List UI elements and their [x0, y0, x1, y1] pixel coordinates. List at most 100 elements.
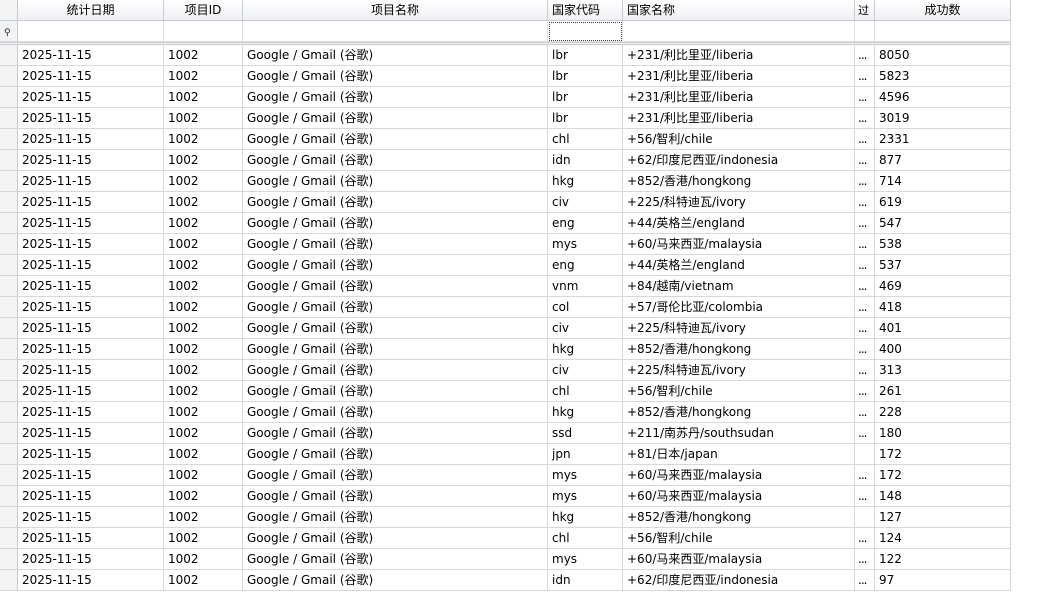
filter-cell-country-code[interactable] [548, 21, 623, 42]
cell-project-name[interactable]: Google / Gmail (谷歌) [243, 318, 548, 339]
cell-truncated[interactable]: ... [855, 318, 875, 339]
cell-date[interactable]: 2025-11-15 [18, 360, 164, 381]
filter-cell-date[interactable] [18, 21, 164, 42]
cell-truncated[interactable]: ... [855, 213, 875, 234]
table-row[interactable]: 2025-11-15 1002 Google / Gmail (谷歌) civ +225… [0, 192, 1011, 213]
cell-country-code[interactable]: lbr [548, 87, 623, 108]
cell-country-name[interactable]: +84/越南/vietnam [623, 276, 855, 297]
cell-date[interactable]: 2025-11-15 [18, 276, 164, 297]
cell-country-name[interactable]: +62/印度尼西亚/indonesia [623, 150, 855, 171]
cell-project-name[interactable]: Google / Gmail (谷歌) [243, 192, 548, 213]
row-indicator[interactable] [0, 192, 18, 213]
table-row[interactable]: 2025-11-15 1002 Google / Gmail (谷歌) eng +44/… [0, 255, 1011, 276]
table-row[interactable]: 2025-11-15 1002 Google / Gmail (谷歌) chl +56/… [0, 528, 1011, 549]
row-indicator[interactable] [0, 255, 18, 276]
row-indicator[interactable] [0, 213, 18, 234]
row-indicator[interactable] [0, 570, 18, 591]
column-header-country-name[interactable]: 国家名称 [623, 0, 855, 21]
cell-country-name[interactable]: +852/香港/hongkong [623, 339, 855, 360]
cell-country-name[interactable]: +225/科特迪瓦/ivory [623, 192, 855, 213]
cell-success-count[interactable]: 4596 [875, 87, 1011, 108]
table-row[interactable]: 2025-11-15 1002 Google / Gmail (谷歌) mys +60/… [0, 486, 1011, 507]
cell-country-code[interactable]: mys [548, 234, 623, 255]
cell-success-count[interactable]: 877 [875, 150, 1011, 171]
cell-project-name[interactable]: Google / Gmail (谷歌) [243, 507, 548, 528]
cell-success-count[interactable]: 124 [875, 528, 1011, 549]
cell-project-name[interactable]: Google / Gmail (谷歌) [243, 465, 548, 486]
cell-country-name[interactable]: +225/科特迪瓦/ivory [623, 318, 855, 339]
cell-success-count[interactable]: 180 [875, 423, 1011, 444]
cell-project-id[interactable]: 1002 [164, 297, 243, 318]
row-indicator[interactable] [0, 465, 18, 486]
cell-project-name[interactable]: Google / Gmail (谷歌) [243, 150, 548, 171]
cell-date[interactable]: 2025-11-15 [18, 528, 164, 549]
cell-date[interactable]: 2025-11-15 [18, 549, 164, 570]
row-indicator[interactable] [0, 108, 18, 129]
cell-truncated[interactable] [855, 444, 875, 465]
cell-truncated[interactable] [855, 507, 875, 528]
cell-country-name[interactable]: +852/香港/hongkong [623, 171, 855, 192]
cell-success-count[interactable]: 97 [875, 570, 1011, 591]
cell-project-id[interactable]: 1002 [164, 213, 243, 234]
cell-project-id[interactable]: 1002 [164, 66, 243, 87]
table-row[interactable]: 2025-11-15 1002 Google / Gmail (谷歌) lbr +231… [0, 87, 1011, 108]
cell-country-code[interactable]: civ [548, 318, 623, 339]
cell-project-name[interactable]: Google / Gmail (谷歌) [243, 402, 548, 423]
cell-date[interactable]: 2025-11-15 [18, 570, 164, 591]
cell-project-name[interactable]: Google / Gmail (谷歌) [243, 423, 548, 444]
cell-country-code[interactable]: hkg [548, 171, 623, 192]
table-row[interactable]: 2025-11-15 1002 Google / Gmail (谷歌) mys +60/… [0, 234, 1011, 255]
cell-project-id[interactable]: 1002 [164, 255, 243, 276]
cell-truncated[interactable]: ... [855, 192, 875, 213]
cell-country-name[interactable]: +852/香港/hongkong [623, 402, 855, 423]
cell-country-code[interactable]: col [548, 297, 623, 318]
cell-truncated[interactable]: ... [855, 129, 875, 150]
cell-truncated[interactable]: ... [855, 402, 875, 423]
cell-country-code[interactable]: civ [548, 360, 623, 381]
cell-success-count[interactable]: 8050 [875, 45, 1011, 66]
column-header-project-id[interactable]: 项目ID [164, 0, 243, 21]
cell-country-code[interactable]: hkg [548, 402, 623, 423]
cell-project-name[interactable]: Google / Gmail (谷歌) [243, 276, 548, 297]
column-header-success-count[interactable]: 成功数 [875, 0, 1011, 21]
cell-truncated[interactable]: ... [855, 423, 875, 444]
cell-project-name[interactable]: Google / Gmail (谷歌) [243, 297, 548, 318]
cell-truncated[interactable]: ... [855, 87, 875, 108]
cell-success-count[interactable]: 400 [875, 339, 1011, 360]
column-header-project-name[interactable]: 项目名称 [243, 0, 548, 21]
row-indicator[interactable] [0, 486, 18, 507]
cell-project-id[interactable]: 1002 [164, 528, 243, 549]
table-row[interactable]: 2025-11-15 1002 Google / Gmail (谷歌) lbr +231… [0, 66, 1011, 87]
cell-country-name[interactable]: +81/日本/japan [623, 444, 855, 465]
cell-country-name[interactable]: +56/智利/chile [623, 381, 855, 402]
table-row[interactable]: 2025-11-15 1002 Google / Gmail (谷歌) lbr +231… [0, 45, 1011, 66]
cell-project-id[interactable]: 1002 [164, 234, 243, 255]
cell-success-count[interactable]: 401 [875, 318, 1011, 339]
column-header-date[interactable]: 统计日期 [18, 0, 164, 21]
cell-country-code[interactable]: lbr [548, 108, 623, 129]
cell-country-code[interactable]: chl [548, 381, 623, 402]
cell-date[interactable]: 2025-11-15 [18, 87, 164, 108]
cell-country-code[interactable]: lbr [548, 66, 623, 87]
cell-success-count[interactable]: 469 [875, 276, 1011, 297]
cell-date[interactable]: 2025-11-15 [18, 507, 164, 528]
cell-date[interactable]: 2025-11-15 [18, 45, 164, 66]
filter-cell-country-name[interactable] [623, 21, 855, 42]
cell-project-id[interactable]: 1002 [164, 423, 243, 444]
cell-project-id[interactable]: 1002 [164, 486, 243, 507]
cell-date[interactable]: 2025-11-15 [18, 339, 164, 360]
filter-cell-project-name[interactable] [243, 21, 548, 42]
cell-country-name[interactable]: +60/马来西亚/malaysia [623, 465, 855, 486]
cell-truncated[interactable]: ... [855, 549, 875, 570]
cell-country-code[interactable]: eng [548, 213, 623, 234]
row-indicator[interactable] [0, 402, 18, 423]
cell-success-count[interactable]: 418 [875, 297, 1011, 318]
cell-country-code[interactable]: ssd [548, 423, 623, 444]
row-indicator[interactable] [0, 87, 18, 108]
cell-truncated[interactable]: ... [855, 108, 875, 129]
table-row[interactable]: 2025-11-15 1002 Google / Gmail (谷歌) hkg +852… [0, 171, 1011, 192]
cell-project-name[interactable]: Google / Gmail (谷歌) [243, 255, 548, 276]
cell-project-name[interactable]: Google / Gmail (谷歌) [243, 381, 548, 402]
cell-truncated[interactable]: ... [855, 66, 875, 87]
cell-country-code[interactable]: mys [548, 549, 623, 570]
